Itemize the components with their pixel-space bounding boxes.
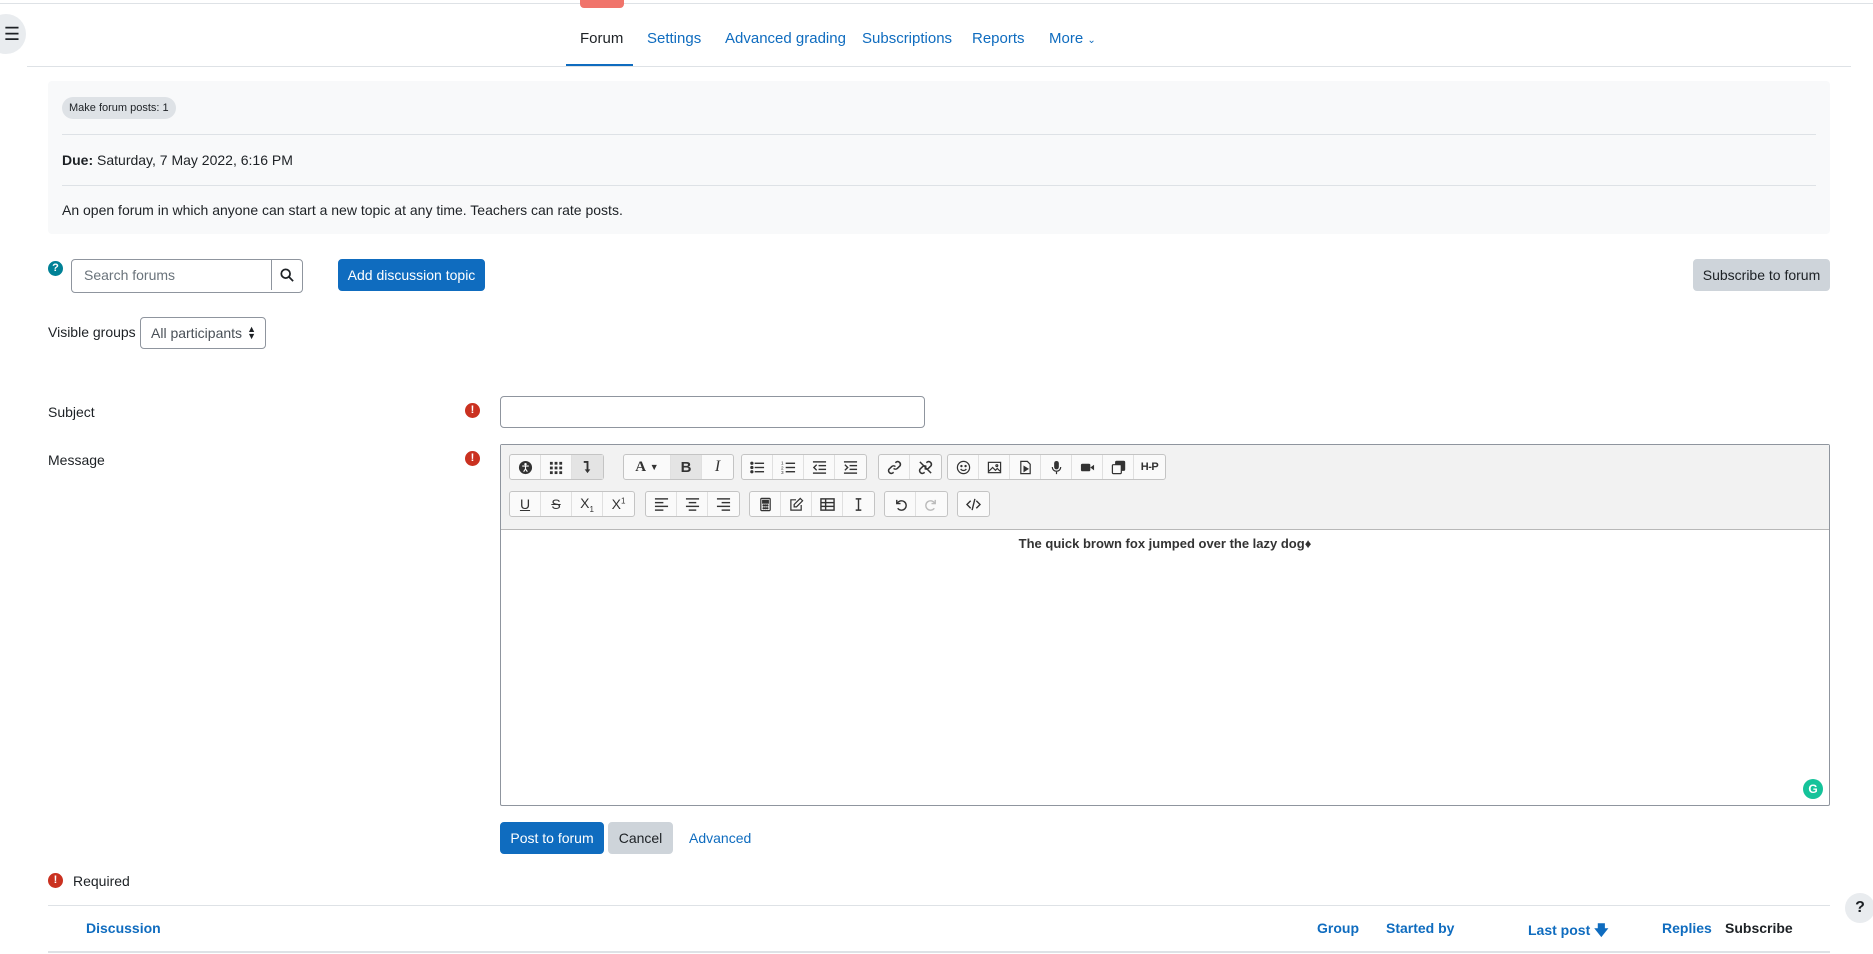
search-box (71, 259, 303, 293)
chevron-down-icon: ⌄ (1087, 35, 1096, 46)
column-group[interactable]: Group (1317, 920, 1359, 936)
toolbar-group (884, 491, 948, 517)
due-value: Saturday, 7 May 2022, 6:16 PM (97, 152, 293, 168)
help-icon[interactable]: ? (48, 261, 63, 276)
unordered-list-icon[interactable] (742, 455, 773, 479)
editor-toolbar: A ▼ B I 123 H-P U S X1 X1 (501, 445, 1829, 530)
ordered-list-icon[interactable]: 123 (773, 455, 804, 479)
column-replies[interactable]: Replies (1662, 920, 1712, 936)
visible-groups-label: Visible groups (48, 324, 136, 340)
toolbar-group: U S X1 X1 (509, 491, 635, 517)
toolbar-group: A ▼ B I (623, 454, 734, 480)
table-icon[interactable] (812, 492, 843, 516)
italic-icon[interactable]: I (702, 455, 733, 479)
due-label: Due: (62, 152, 94, 168)
subject-label: Subject (48, 404, 95, 420)
emoji-icon[interactable] (948, 455, 979, 479)
groups-select[interactable]: All participants ▲ ▼ (140, 317, 266, 349)
due-date: Due: Saturday, 7 May 2022, 6:16 PM (62, 152, 293, 168)
tab-forum[interactable]: Forum (580, 30, 623, 47)
toolbar-group (957, 491, 990, 517)
svg-text:3: 3 (781, 470, 784, 475)
message-label: Message (48, 452, 105, 468)
align-right-icon[interactable] (708, 492, 739, 516)
toolbar-group (645, 491, 740, 517)
align-left-icon[interactable] (646, 492, 677, 516)
edit-icon[interactable] (781, 492, 812, 516)
link-icon[interactable] (879, 455, 910, 479)
microphone-icon[interactable] (1041, 455, 1072, 479)
advanced-link[interactable]: Advanced (689, 830, 751, 846)
accessibility-checker-icon[interactable] (510, 455, 541, 479)
tab-more-label: More (1049, 30, 1084, 47)
footer-help-button[interactable]: ? (1845, 893, 1873, 923)
hamburger-icon: ☰ (3, 23, 21, 44)
required-icon: ! (465, 451, 480, 466)
toolbar-group (878, 454, 942, 480)
copy-icon[interactable] (1103, 455, 1134, 479)
post-to-forum-button[interactable]: Post to forum (500, 822, 604, 854)
column-last-post[interactable]: Last post 🡇 (1528, 920, 1609, 944)
media-icon[interactable] (1010, 455, 1041, 479)
font-style-icon[interactable]: A ▼ (624, 455, 671, 479)
sort-arrow-down-icon: 🡇 (1594, 922, 1609, 938)
completion-badge: Make forum posts: 1 (62, 97, 176, 119)
column-discussion[interactable]: Discussion (86, 920, 161, 936)
h5p-icon[interactable]: H-P (1134, 455, 1165, 479)
underline-icon[interactable]: U (510, 492, 541, 516)
grammarly-icon[interactable]: G (1803, 779, 1823, 799)
image-icon[interactable] (979, 455, 1010, 479)
select-caret-icon: ▲ ▼ (247, 324, 256, 341)
unlink-icon[interactable] (910, 455, 941, 479)
column-last-post-label: Last post (1528, 922, 1591, 938)
divider (62, 185, 1816, 186)
video-icon[interactable] (1072, 455, 1103, 479)
search-button[interactable] (271, 260, 302, 290)
secondary-navigation: Forum Settings Advanced grading Subscrip… (27, 0, 1851, 67)
clear-formatting-icon[interactable] (843, 492, 874, 516)
return-icon[interactable] (572, 455, 603, 479)
redo-icon[interactable] (916, 492, 947, 516)
subscribe-forum-button[interactable]: Subscribe to forum (1693, 259, 1830, 291)
discussion-table-header: Discussion Group Started by Last post 🡇 … (48, 905, 1830, 953)
column-subscribe: Subscribe (1725, 920, 1793, 936)
tab-reports[interactable]: Reports (972, 30, 1025, 47)
active-tab-marker (580, 0, 624, 8)
strikethrough-icon[interactable]: S (541, 492, 572, 516)
toolbar-group: 123 (741, 454, 867, 480)
toolbar-group (749, 491, 875, 517)
message-editor: A ▼ B I 123 H-P U S X1 X1 The quick brow… (500, 444, 1830, 806)
editor-content-area[interactable]: The quick brown fox jumped over the lazy… (501, 530, 1829, 551)
tab-subscriptions[interactable]: Subscriptions (862, 30, 952, 47)
add-discussion-button[interactable]: Add discussion topic (338, 259, 485, 291)
superscript-icon[interactable]: X1 (603, 492, 634, 516)
align-center-icon[interactable] (677, 492, 708, 516)
required-legend: Required (73, 873, 130, 889)
toolbar-toggle-icon[interactable] (541, 455, 572, 479)
toolbar-group: H-P (947, 454, 1166, 480)
tab-more[interactable]: More ⌄ (1049, 30, 1096, 47)
outdent-icon[interactable] (804, 455, 835, 479)
tab-advanced-grading[interactable]: Advanced grading (725, 30, 846, 47)
undo-icon[interactable] (885, 492, 916, 516)
tab-settings[interactable]: Settings (647, 30, 701, 47)
course-index-toggle[interactable]: ☰ (0, 14, 26, 54)
cancel-button[interactable]: Cancel (608, 822, 673, 854)
required-icon: ! (465, 403, 480, 418)
html-source-icon[interactable] (958, 492, 989, 516)
subscript-icon[interactable]: X1 (572, 492, 603, 516)
equation-icon[interactable] (750, 492, 781, 516)
bold-icon[interactable]: B (671, 455, 702, 479)
indent-icon[interactable] (835, 455, 866, 479)
required-icon: ! (48, 873, 63, 888)
forum-description: An open forum in which anyone can start … (62, 202, 623, 218)
divider (62, 134, 1816, 135)
column-started-by[interactable]: Started by (1386, 920, 1454, 936)
search-icon (280, 268, 294, 282)
groups-select-value: All participants (151, 325, 243, 341)
search-input[interactable] (72, 260, 272, 290)
active-tab-underline (566, 64, 633, 66)
toolbar-group (509, 454, 604, 480)
subject-input[interactable] (500, 396, 925, 428)
